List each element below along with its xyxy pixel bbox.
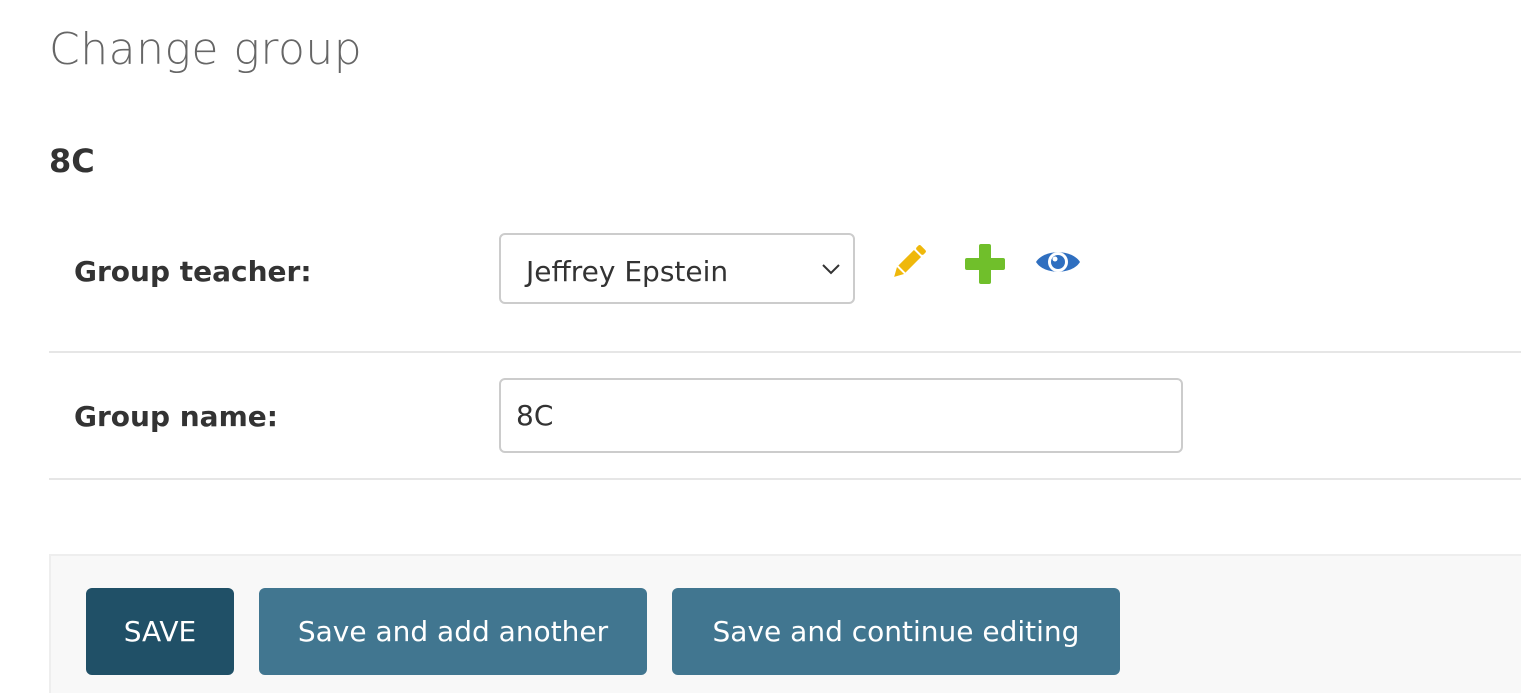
group-teacher-select[interactable]: Jeffrey Epstein <box>499 233 855 304</box>
chevron-down-icon <box>822 264 840 275</box>
save-and-add-another-button[interactable]: Save and add another <box>259 588 647 675</box>
group-name-input[interactable] <box>499 378 1183 453</box>
page: Change group 8C Group teacher: Jeffrey E… <box>0 0 1521 693</box>
group-teacher-label: Group teacher: <box>74 255 312 288</box>
form-row-group-name: Group name: <box>49 353 1521 480</box>
group-name-label: Group name: <box>74 400 278 433</box>
group-teacher-selected-value: Jeffrey Epstein <box>526 255 729 288</box>
save-and-continue-editing-button[interactable]: Save and continue editing <box>672 588 1120 675</box>
pencil-icon[interactable] <box>885 238 933 286</box>
submit-row: SAVE Save and add another Save and conti… <box>49 554 1521 693</box>
form-row-group-teacher: Group teacher: Jeffrey Epstein <box>49 218 1521 353</box>
plus-icon[interactable] <box>961 240 1009 288</box>
object-title: 8C <box>49 142 95 180</box>
save-button[interactable]: SAVE <box>86 588 234 675</box>
eye-icon[interactable] <box>1034 238 1082 286</box>
page-title: Change group <box>49 24 363 75</box>
